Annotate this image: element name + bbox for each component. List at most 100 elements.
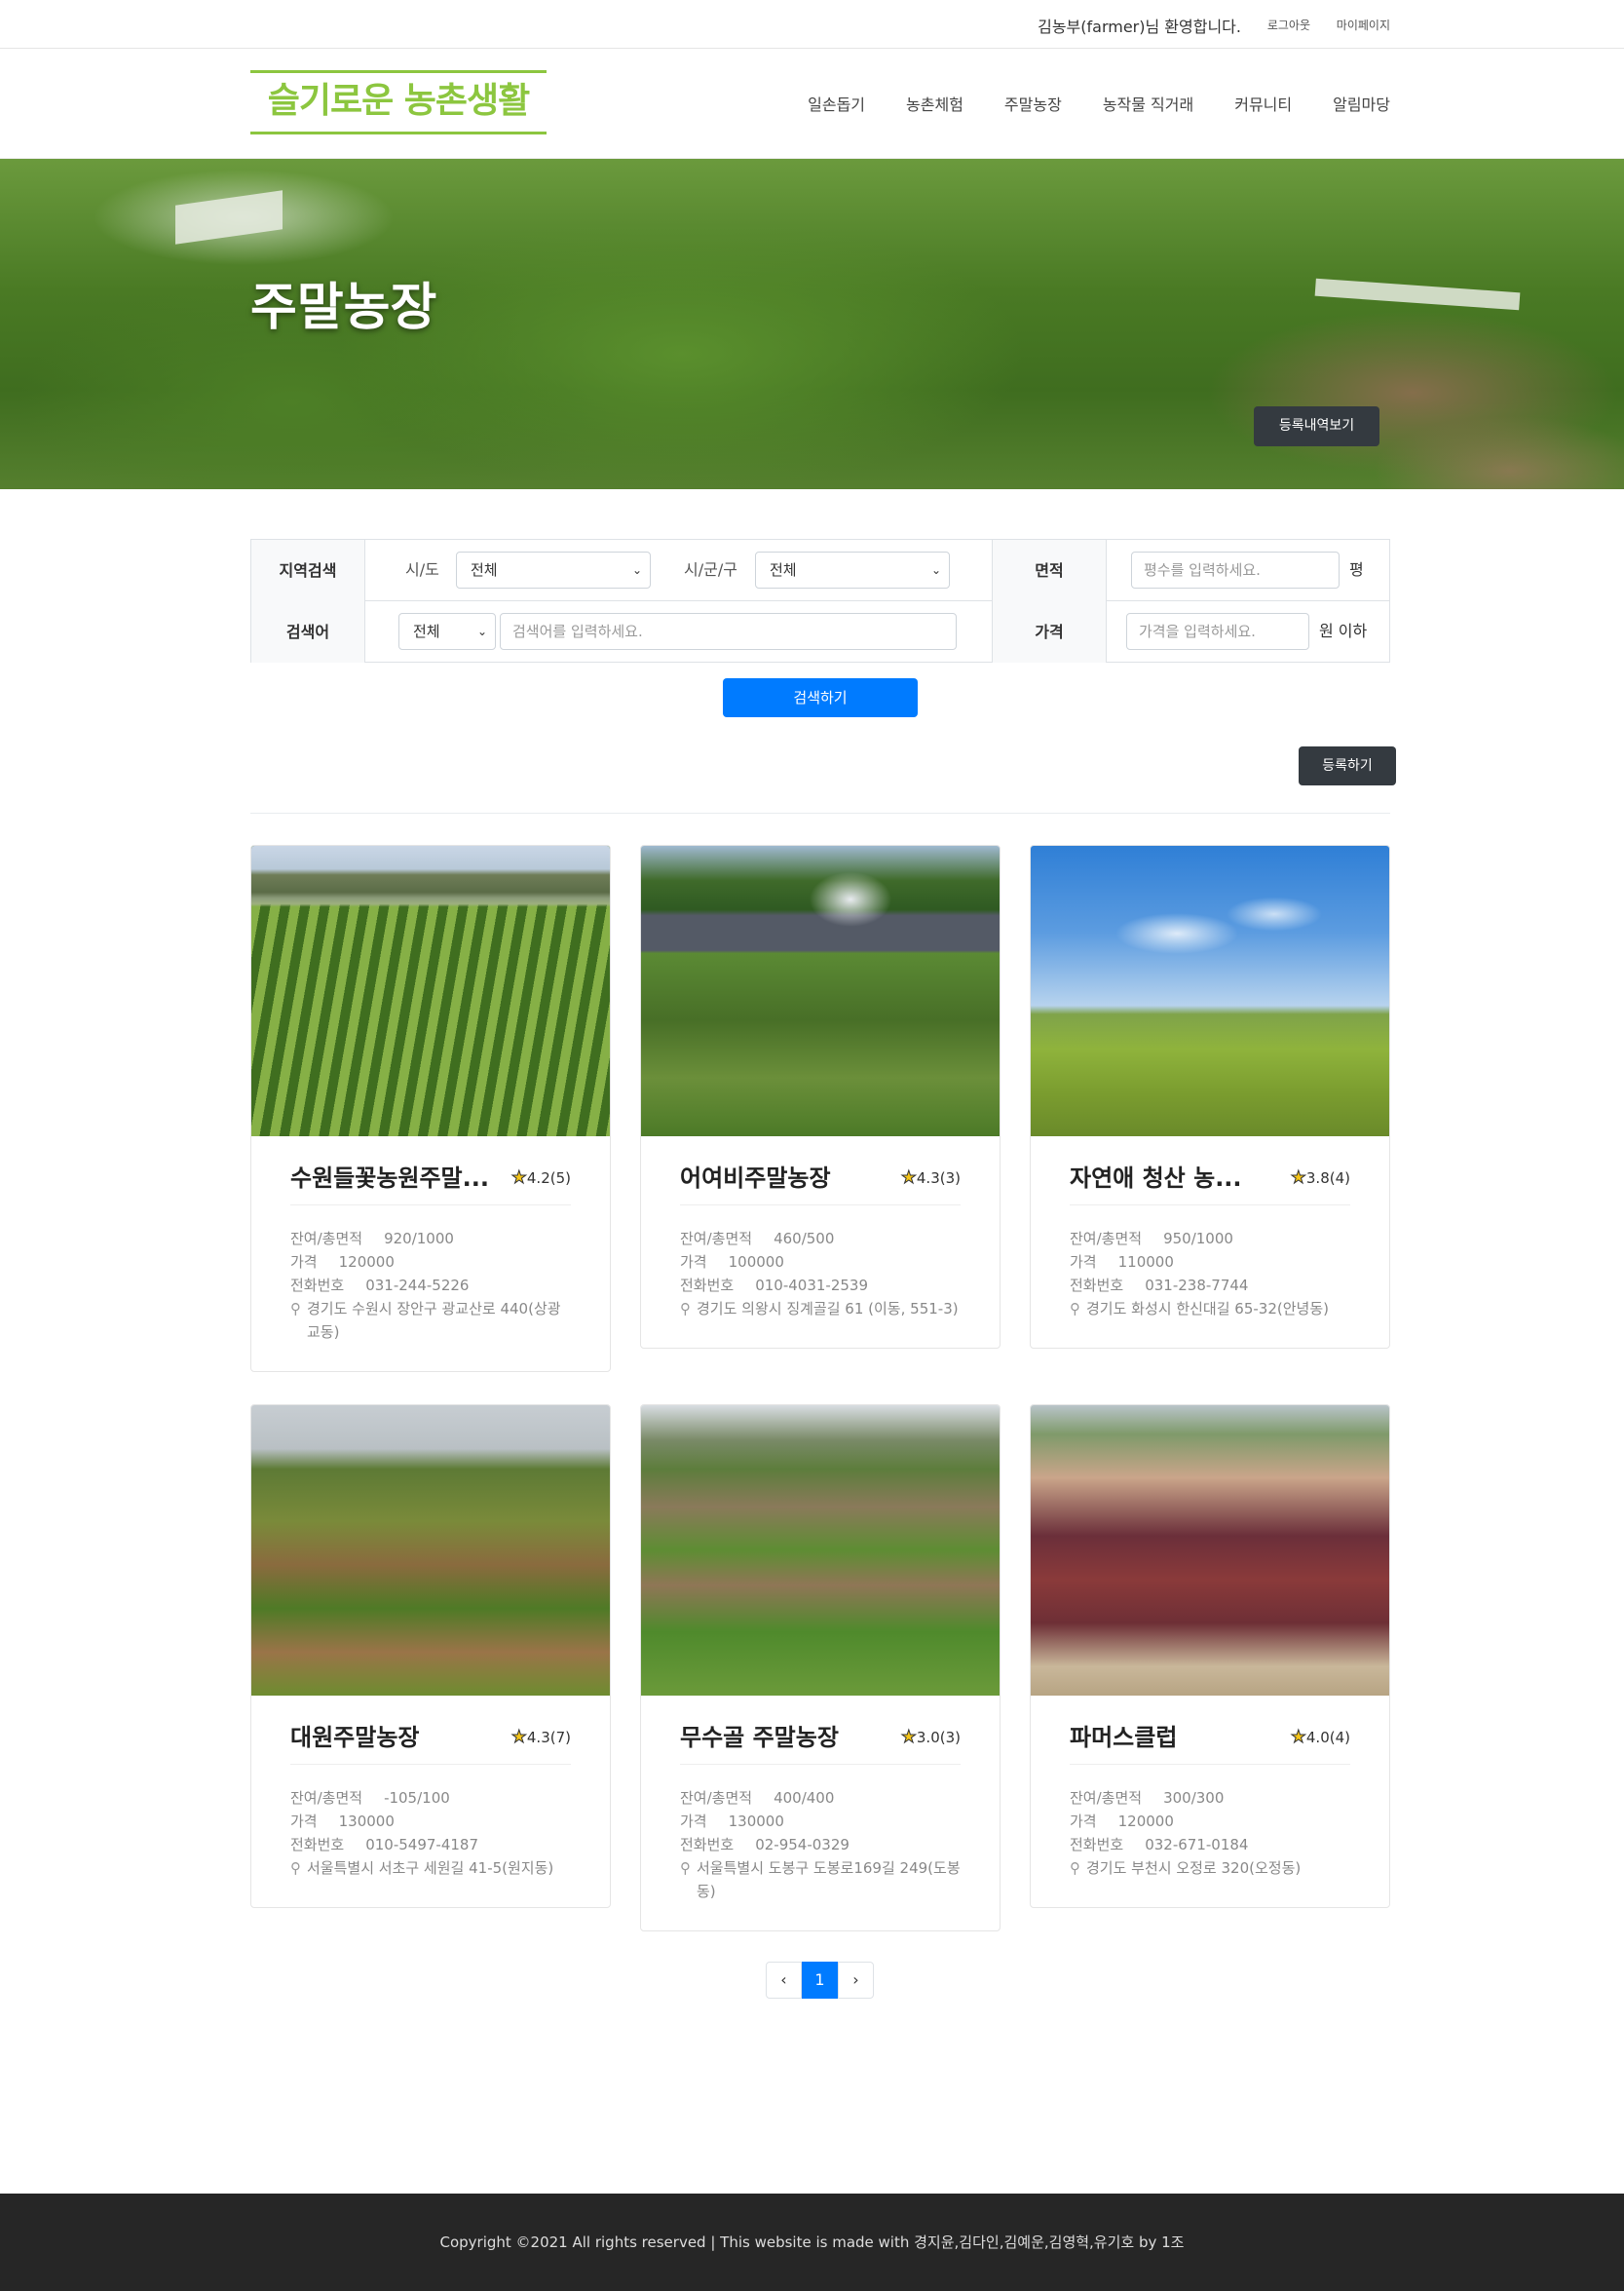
area-input[interactable]: 평수를 입력하세요.	[1131, 552, 1340, 589]
star-icon: ★	[1290, 1727, 1306, 1748]
hero-tarp-right	[1314, 278, 1521, 311]
nav-item-volunteer[interactable]: 일손돕기	[808, 92, 865, 115]
area-key: 잔여/총면적	[1070, 1789, 1143, 1807]
sido-select-value: 전체	[471, 561, 498, 579]
farm-rating: ★4.2(5)	[510, 1164, 571, 1193]
farm-name: 대원주말농장	[290, 1724, 420, 1751]
price-value: 100000	[728, 1253, 784, 1271]
prev-page-button[interactable]: ‹	[766, 1962, 802, 1999]
farm-name: 자연애 청산 농...	[1070, 1165, 1242, 1192]
phone-value: 031-238-7744	[1145, 1277, 1249, 1294]
chevron-down-icon: ⌄	[930, 563, 941, 577]
keyword-type-value: 전체	[413, 623, 440, 640]
sigungu-select[interactable]: 전체 ⌄	[755, 552, 950, 589]
farm-info: 잔여/총면적 950/1000 가격 110000 전화번호 031-238-7744…	[1070, 1227, 1350, 1320]
location-pin-icon: ⚲	[1070, 1859, 1080, 1877]
phone-key: 전화번호	[1070, 1277, 1124, 1294]
farm-card[interactable]: 어여비주말농장 ★4.3(3) 잔여/총면적 460/500 가격 100000 전…	[640, 845, 1001, 1349]
search-row-keyword: 검색어 전체 ⌄ 검색어를 입력하세요. 가격 가격을 입력하세요. 원 이하	[251, 601, 1389, 663]
farm-photo	[1031, 1405, 1389, 1696]
area-key: 잔여/총면적	[290, 1230, 363, 1247]
nav-item-community[interactable]: 커뮤니티	[1234, 92, 1292, 115]
area-value: 300/300	[1163, 1789, 1225, 1807]
price-key: 가격	[1070, 1813, 1097, 1830]
site-logo[interactable]: 슬기로운 농촌생활	[250, 70, 547, 134]
keyword-input[interactable]: 검색어를 입력하세요.	[500, 613, 957, 650]
area-key: 잔여/총면적	[1070, 1230, 1143, 1247]
phone-value: 031-244-5226	[365, 1277, 470, 1294]
star-icon: ★	[510, 1167, 527, 1189]
star-icon: ★	[900, 1727, 917, 1748]
price-value: 110000	[1117, 1253, 1174, 1271]
farm-rating: ★3.8(4)	[1290, 1164, 1350, 1193]
address-value: 경기도 화성시 한신대길 65-32(안녕동)	[1086, 1300, 1329, 1317]
mypage-link[interactable]: 마이페이지	[1337, 17, 1390, 33]
top-bar: 김농부(farmer)님 환영합니다. 로그아웃 마이페이지	[0, 0, 1624, 49]
sigungu-select-value: 전체	[770, 561, 797, 579]
area-value: 950/1000	[1163, 1230, 1233, 1247]
star-icon: ★	[900, 1167, 917, 1189]
farm-photo	[251, 1405, 610, 1696]
nav-item-direct-trade[interactable]: 농작물 직거래	[1103, 92, 1193, 115]
area-key: 잔여/총면적	[290, 1789, 363, 1807]
nav-item-weekend-farm[interactable]: 주말농장	[1004, 92, 1062, 115]
farm-card[interactable]: 무수골 주말농장 ★3.0(3) 잔여/총면적 400/400 가격 130000 …	[640, 1404, 1001, 1931]
sido-select[interactable]: 전체 ⌄	[456, 552, 651, 589]
farm-photo	[641, 846, 1000, 1136]
hero-tarp-left	[175, 190, 283, 245]
price-value: 120000	[338, 1253, 395, 1271]
price-input[interactable]: 가격을 입력하세요.	[1126, 613, 1309, 650]
location-pin-icon: ⚲	[680, 1859, 691, 1877]
divider	[680, 1204, 961, 1205]
farm-photo	[1031, 846, 1389, 1136]
phone-key: 전화번호	[680, 1277, 735, 1294]
search-form: 지역검색 시/도 전체 ⌄ 시/군/구 전체 ⌄ 면적 평수를 입력하세요. 평…	[250, 539, 1390, 663]
divider	[1070, 1764, 1350, 1765]
rating-value: 4.3(3)	[916, 1169, 961, 1187]
address-value: 서울특별시 서초구 세원길 41-5(원지동)	[307, 1859, 554, 1877]
keyword-type-select[interactable]: 전체 ⌄	[398, 613, 496, 650]
farm-card[interactable]: 자연애 청산 농... ★3.8(4) 잔여/총면적 950/1000 가격 110…	[1030, 845, 1390, 1349]
farm-photo	[641, 1405, 1000, 1696]
divider	[680, 1764, 961, 1765]
chevron-down-icon: ⌄	[631, 563, 642, 577]
area-value: -105/100	[384, 1789, 450, 1807]
farm-info: 잔여/총면적 460/500 가격 100000 전화번호 010-4031-2539…	[680, 1227, 961, 1320]
phone-key: 전화번호	[290, 1836, 345, 1853]
keyword-label: 검색어	[251, 601, 365, 663]
divider	[250, 813, 1390, 814]
farm-info: 잔여/총면적 400/400 가격 130000 전화번호 02-954-0329 ⚲…	[680, 1786, 961, 1903]
farm-rating: ★4.3(3)	[900, 1164, 961, 1193]
chevron-down-icon: ⌄	[476, 625, 487, 638]
address-value: 경기도 의왕시 징계골길 61 (이동, 551-3)	[697, 1300, 959, 1317]
divider	[290, 1764, 571, 1765]
welcome-message: 김농부(farmer)님 환영합니다.	[1038, 18, 1241, 36]
address-value: 서울특별시 도봉구 도봉로169길 249(도봉동)	[697, 1859, 961, 1900]
search-button[interactable]: 검색하기	[723, 678, 918, 717]
farm-card[interactable]: 파머스클럽 ★4.0(4) 잔여/총면적 300/300 가격 120000 전화번…	[1030, 1404, 1390, 1908]
next-page-button[interactable]: ›	[838, 1962, 874, 1999]
farm-info: 잔여/총면적 -105/100 가격 130000 전화번호 010-5497-418…	[290, 1786, 571, 1880]
area-key: 잔여/총면적	[680, 1230, 753, 1247]
register-button[interactable]: 등록하기	[1299, 746, 1396, 785]
region-search-label: 지역검색	[251, 540, 365, 601]
farm-name: 수원들꽃농원주말...	[290, 1165, 489, 1192]
nav-item-notice[interactable]: 알림마당	[1333, 92, 1390, 115]
farm-card[interactable]: 대원주말농장 ★4.3(7) 잔여/총면적 -105/100 가격 130000 전…	[250, 1404, 611, 1908]
price-key: 가격	[290, 1253, 318, 1271]
logout-link[interactable]: 로그아웃	[1267, 17, 1310, 33]
view-history-button[interactable]: 등록내역보기	[1254, 406, 1379, 446]
page-button-current[interactable]: 1	[802, 1962, 838, 1999]
nav-item-experience[interactable]: 농촌체험	[906, 92, 963, 115]
star-icon: ★	[1290, 1167, 1306, 1189]
phone-key: 전화번호	[680, 1836, 735, 1853]
farm-card[interactable]: 수원들꽃농원주말... ★4.2(5) 잔여/총면적 920/1000 가격 120…	[250, 845, 611, 1372]
phone-value: 02-954-0329	[755, 1836, 850, 1853]
price-key: 가격	[290, 1813, 318, 1830]
copyright-text: Copyright ©2021 All rights reserved | Th…	[439, 2234, 1185, 2251]
farm-rating: ★3.0(3)	[900, 1723, 961, 1752]
price-key: 가격	[1070, 1253, 1097, 1271]
sigungu-label: 시/군/구	[684, 560, 737, 579]
farm-name: 무수골 주말농장	[680, 1724, 839, 1751]
location-pin-icon: ⚲	[290, 1859, 301, 1877]
